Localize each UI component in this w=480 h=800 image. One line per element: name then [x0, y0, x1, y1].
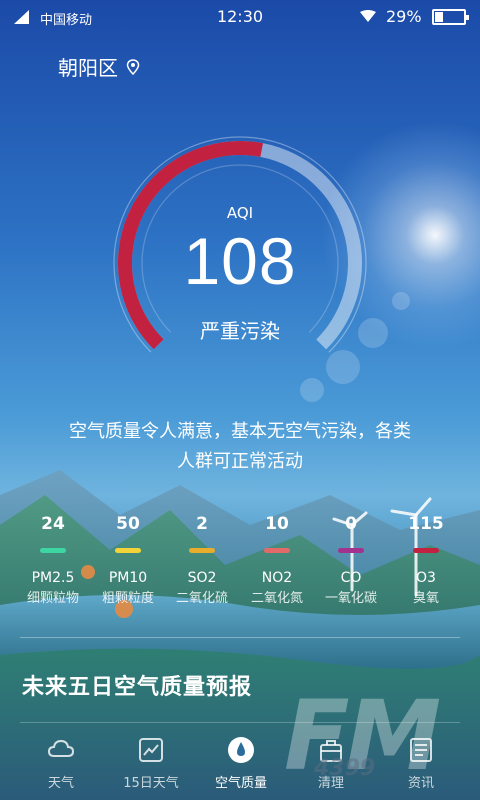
status-bar: 中国移动 12:30 29%	[0, 0, 480, 34]
pollutant-level-bar	[189, 548, 215, 553]
pollutant-value: 0	[345, 514, 357, 534]
nav-label: 空气质量	[214, 776, 267, 791]
nav-label: 资讯	[407, 776, 434, 791]
nav-label: 天气	[47, 776, 74, 791]
pollutant-name: PM10	[108, 570, 148, 586]
nav-tab-weather[interactable]: 天气	[13, 726, 109, 800]
pollutant-level-bar	[40, 548, 66, 553]
location-selector[interactable]: 朝阳区	[58, 52, 140, 81]
nav-tab-clean[interactable]: 清理	[283, 726, 379, 800]
pollutant-level-bar	[264, 548, 290, 553]
pollutant-value: 2	[196, 514, 208, 534]
drop-icon	[228, 737, 254, 763]
pollutant-list: 24 PM2.5 细颗粒物 50 PM10 粗颗粒度 2 SO2 二氧化硫 10…	[0, 512, 480, 612]
nav-label: 15日天气	[123, 776, 179, 791]
forecast-title: 未来五日空气质量预报	[22, 675, 253, 700]
pollutant-pm25[interactable]: 24 PM2.5 细颗粒物	[13, 512, 93, 608]
pollutant-o3[interactable]: 115 O3 臭氧	[386, 512, 466, 608]
pollutant-co[interactable]: 0 CO 一氧化碳	[311, 512, 391, 608]
pollutant-cn-name: 臭氧	[412, 591, 439, 606]
pollutant-value: 10	[265, 514, 289, 534]
pollutant-pm10[interactable]: 50 PM10 粗颗粒度	[88, 512, 168, 608]
nav-tab-air-quality[interactable]: 空气质量	[193, 726, 289, 800]
pollutant-cn-name: 一氧化碳	[324, 591, 377, 606]
pollutant-name: NO2	[261, 570, 293, 586]
aqi-label: AQI	[226, 204, 254, 222]
app-screen: 中国移动 12:30 29% 朝阳区 AQI 108 严重污染 空气质量令人满意…	[0, 0, 480, 800]
divider	[20, 722, 460, 723]
pollutant-so2[interactable]: 2 SO2 二氧化硫	[162, 512, 242, 608]
wifi-icon	[360, 10, 376, 22]
pollutant-cn-name: 细颗粒物	[26, 591, 79, 606]
chart-line-icon	[139, 738, 163, 762]
lens-flare	[392, 292, 410, 310]
pollutant-cn-name: 二氧化硫	[175, 591, 228, 606]
battery-icon	[432, 9, 469, 25]
briefcase-icon	[320, 740, 342, 762]
pollutant-level-bar	[115, 548, 141, 553]
divider	[20, 637, 460, 638]
pollutant-cn-name: 粗颗粒度	[101, 591, 154, 606]
bottom-nav: 天气 15日天气 空气质量 清理 资讯	[0, 726, 480, 800]
location-pin-icon	[126, 58, 140, 75]
aqi-gauge: AQI 108 严重污染	[112, 135, 368, 391]
pollutant-value: 50	[116, 514, 140, 534]
location-name: 朝阳区	[58, 56, 118, 80]
nav-tab-news[interactable]: 资讯	[373, 726, 469, 800]
description-line: 空气质量令人满意，基本无空气污染，各类	[69, 421, 411, 442]
pollutant-cn-name: 二氧化氮	[250, 591, 303, 606]
pollutant-name: CO	[340, 570, 362, 586]
nav-label: 清理	[317, 776, 344, 791]
pollutant-level-bar	[413, 548, 439, 553]
pollutant-name: PM2.5	[31, 570, 75, 586]
pollutant-value: 115	[408, 514, 444, 534]
pollutant-name: SO2	[187, 570, 217, 586]
pollutant-name: O3	[416, 570, 436, 586]
pollutant-level-bar	[338, 548, 364, 553]
pollutant-value: 24	[41, 514, 65, 534]
nav-tab-15-day[interactable]: 15日天气	[103, 726, 199, 800]
news-icon	[410, 738, 432, 762]
aqi-value: 108	[183, 224, 297, 298]
cloud-icon	[47, 739, 75, 757]
pollutant-no2[interactable]: 10 NO2 二氧化氮	[237, 512, 317, 608]
battery-percent: 29%	[386, 7, 422, 26]
aqi-level: 严重污染	[200, 319, 280, 343]
